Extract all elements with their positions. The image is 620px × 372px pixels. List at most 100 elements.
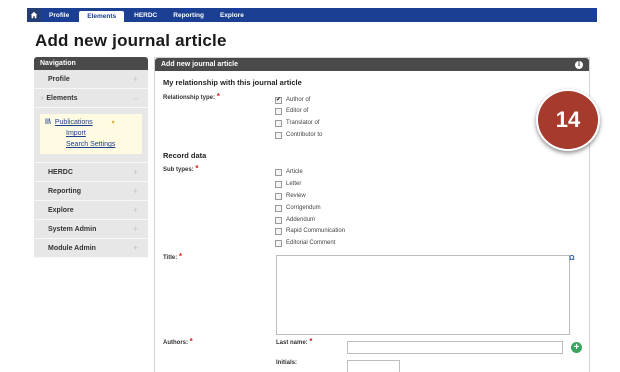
subtype-option-review[interactable]: Review	[275, 191, 306, 201]
last-name-label-text: Last name:	[276, 340, 308, 346]
expand-icon[interactable]: +	[133, 224, 138, 234]
add-author-button[interactable]: +	[571, 342, 582, 353]
relationship-option-editor[interactable]: Editor of	[275, 106, 308, 116]
option-label: Corrigendum	[286, 205, 321, 211]
sidebar-item-module-admin[interactable]: Module Admin +	[34, 239, 148, 258]
title-textarea[interactable]	[276, 255, 570, 335]
publications-link[interactable]: Publications	[55, 119, 93, 126]
submenu-item-publications[interactable]: ǀǀ\ Publications ▾	[45, 117, 142, 128]
authors-label: Authors: *	[163, 337, 193, 346]
option-label: Addendum	[286, 217, 316, 223]
top-navigation-bar: Profile Elements HERDC Reporting Explore	[27, 8, 597, 22]
relationship-type-label-text: Relationship type:	[163, 95, 216, 101]
sidebar-item-elements[interactable]: › Elements –	[34, 89, 148, 108]
chevron-down-icon[interactable]: ▾	[112, 119, 115, 126]
checkbox-letter[interactable]	[275, 180, 282, 188]
option-label: Contributor to	[286, 132, 323, 138]
title-label-text: Title:	[163, 255, 178, 261]
tab-profile[interactable]: Profile	[41, 8, 77, 22]
navigation-header: Navigation	[34, 57, 148, 70]
option-label: Editorial Comment	[286, 240, 336, 246]
subtype-option-rapid-communication[interactable]: Rapid Communication	[275, 226, 345, 236]
tab-herdc[interactable]: HERDC	[126, 8, 165, 22]
sidebar-item-herdc[interactable]: HERDC +	[34, 163, 148, 182]
checkbox-rapid-communication[interactable]	[275, 227, 282, 235]
expand-icon[interactable]: +	[133, 167, 138, 177]
expand-icon[interactable]: +	[133, 74, 138, 84]
tab-explore[interactable]: Explore	[212, 8, 252, 22]
checkbox-editorial-comment[interactable]	[275, 239, 282, 247]
authors-label-text: Authors:	[163, 340, 188, 346]
sidebar-item-label: System Admin	[48, 225, 97, 233]
checkbox-article[interactable]	[275, 168, 282, 176]
checkbox-translator[interactable]	[275, 119, 282, 127]
sidebar-item-reporting[interactable]: Reporting +	[34, 182, 148, 201]
sidebar-item-profile[interactable]: Profile +	[34, 70, 148, 89]
subtype-option-letter[interactable]: Letter	[275, 179, 301, 189]
sidebar-item-label: Explore	[48, 206, 74, 214]
elements-submenu: ǀǀ\ Publications ▾ Import Search Setting…	[34, 108, 148, 163]
checkbox-addendum[interactable]	[275, 216, 282, 224]
relationship-option-translator[interactable]: Translator of	[275, 118, 319, 128]
info-icon[interactable]: i	[575, 60, 583, 69]
checkbox-editor[interactable]	[275, 107, 282, 115]
relationship-type-label: Relationship type: *	[163, 92, 220, 101]
home-icon[interactable]	[27, 8, 41, 22]
expanded-marker-icon: ›	[41, 94, 44, 102]
last-name-input[interactable]	[347, 341, 563, 354]
checkbox-corrigendum[interactable]	[275, 204, 282, 212]
required-icon: *	[216, 92, 220, 101]
elements-submenu-inner: ǀǀ\ Publications ▾ Import Search Setting…	[40, 114, 142, 154]
record-data-section-title: Record data	[163, 151, 207, 160]
panel-header: Add new journal article i	[155, 58, 589, 71]
sidebar-item-label: Profile	[48, 75, 70, 83]
relationship-option-contributor[interactable]: Contributor to	[275, 130, 322, 140]
sidebar-item-label: Module Admin	[48, 244, 96, 252]
initials-input[interactable]	[347, 360, 400, 372]
sidebar-item-label: › Elements	[41, 94, 78, 102]
import-link[interactable]: Import	[66, 130, 86, 137]
expand-icon[interactable]: +	[133, 205, 138, 215]
option-label: Letter	[286, 181, 302, 187]
navigation-panel: Navigation Profile + › Elements – ǀǀ\ Pub…	[34, 57, 148, 258]
expand-icon[interactable]: +	[133, 186, 138, 196]
tab-reporting[interactable]: Reporting	[165, 8, 212, 22]
sidebar-item-label: Reporting	[48, 187, 82, 195]
subtype-option-corrigendum[interactable]: Corrigendum	[275, 203, 321, 213]
sidebar-item-label-text: Elements	[46, 94, 78, 102]
option-label: Author of	[286, 97, 311, 103]
sidebar-item-explore[interactable]: Explore +	[34, 201, 148, 220]
sub-types-label-text: Sub types:	[163, 167, 194, 173]
subtype-option-article[interactable]: Article	[275, 167, 303, 177]
step-number-badge: 14	[536, 89, 600, 151]
relationship-section-title: My relationship with this journal articl…	[163, 78, 302, 87]
tab-elements[interactable]: Elements	[79, 11, 125, 22]
sidebar-item-label: HERDC	[48, 168, 73, 176]
subtype-option-editorial-comment[interactable]: Editorial Comment	[275, 238, 335, 248]
required-icon: *	[189, 337, 193, 346]
publications-icon: ǀǀ\	[45, 119, 51, 126]
required-icon: *	[178, 252, 183, 261]
sidebar-item-system-admin[interactable]: System Admin +	[34, 220, 148, 239]
submenu-item-import[interactable]: Import	[45, 128, 142, 139]
expand-icon[interactable]: +	[133, 243, 138, 253]
checkbox-contributor[interactable]	[275, 131, 282, 139]
initials-label: Initials:	[276, 360, 298, 366]
panel-header-title: Add new journal article	[161, 61, 239, 68]
option-label: Editor of	[286, 108, 309, 114]
checkbox-review[interactable]	[275, 192, 282, 200]
checkbox-author[interactable]: ✔	[275, 96, 282, 104]
title-label: Title: *	[163, 252, 182, 261]
collapse-icon[interactable]: –	[133, 93, 138, 103]
required-icon: *	[309, 337, 313, 346]
required-icon: *	[195, 164, 199, 173]
sub-types-label: Sub types: *	[163, 164, 198, 173]
subtype-option-addendum[interactable]: Addendum	[275, 215, 315, 225]
special-characters-icon[interactable]: Ω	[569, 255, 575, 262]
submenu-item-search-settings[interactable]: Search Settings	[45, 139, 142, 150]
option-label: Article	[286, 169, 303, 175]
relationship-option-author[interactable]: ✔ Author of	[275, 95, 310, 105]
option-label: Rapid Communication	[286, 228, 346, 234]
page-title: Add new journal article	[35, 31, 227, 50]
search-settings-link[interactable]: Search Settings	[66, 141, 115, 148]
